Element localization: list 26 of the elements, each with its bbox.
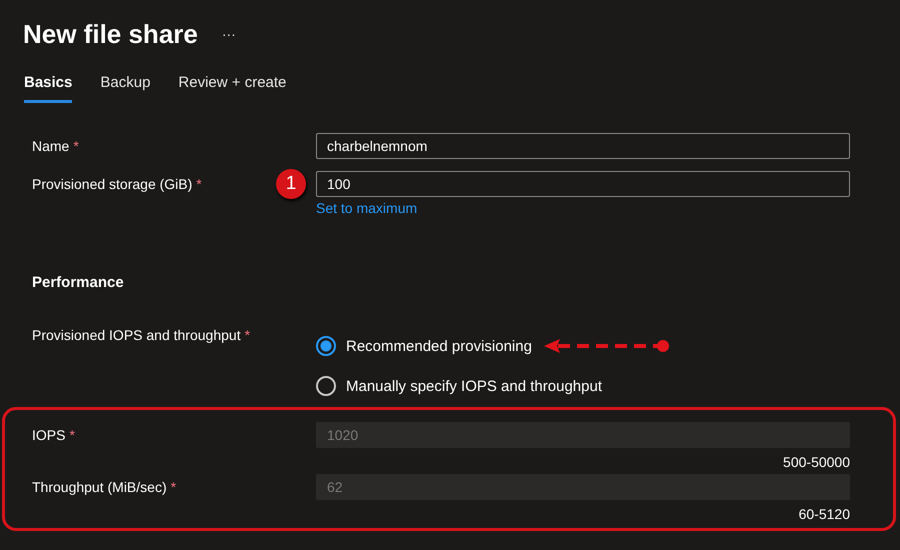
tab[interactable]: Backup: [100, 70, 150, 103]
required-mark: *: [244, 327, 250, 343]
field-label: Provisioned storage (GiB): [32, 176, 192, 192]
text-field[interactable]: charbelnemnom: [316, 133, 850, 159]
more-button[interactable]: ···: [222, 26, 236, 42]
page-title: New file share: [23, 18, 198, 50]
radio-label[interactable]: Manually specify IOPS and throughput: [346, 378, 602, 394]
section-heading: Performance: [31, 273, 125, 291]
field-label: Provisioned IOPS and throughput: [32, 327, 241, 343]
field-label: IOPS: [32, 427, 66, 443]
text-field[interactable]: 100: [316, 171, 850, 197]
step-badge: 1: [276, 169, 306, 199]
required-mark: *: [69, 427, 75, 443]
set-to-maximum-link[interactable]: Set to maximum: [316, 200, 418, 216]
range-hint: 60-5120: [798, 506, 850, 522]
field-label: Throughput (MiB/sec): [32, 479, 167, 495]
tab[interactable]: Review + create: [178, 70, 286, 103]
required-mark: *: [196, 176, 202, 192]
radio-button[interactable]: [316, 336, 336, 356]
radio-label[interactable]: Recommended provisioning: [346, 338, 532, 354]
required-mark: *: [170, 479, 176, 495]
required-mark: *: [73, 138, 79, 154]
radio-button[interactable]: [316, 376, 336, 396]
range-hint: 500-50000: [783, 454, 850, 470]
field-label: Name: [32, 138, 70, 154]
tab[interactable]: Basics: [24, 70, 72, 103]
